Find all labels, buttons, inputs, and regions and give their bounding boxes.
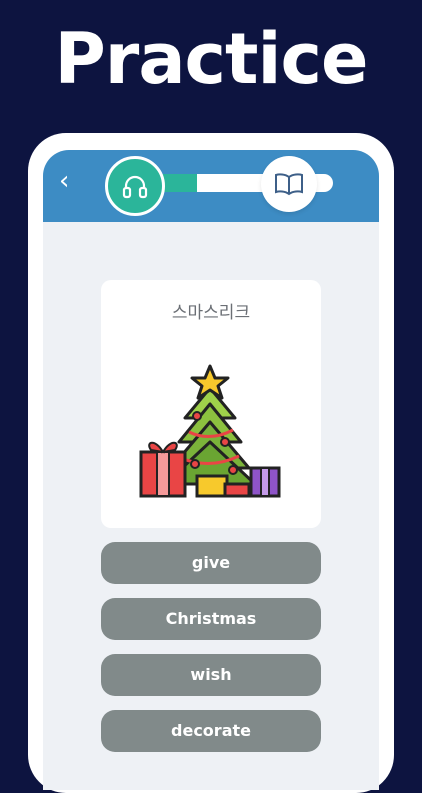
phone-frame: ‹ 스마스리크 give Christmas wish decorate bbox=[28, 133, 394, 793]
phone-screen: ‹ 스마스리크 give Christmas wish decorate bbox=[43, 150, 379, 790]
word-card: 스마스리크 bbox=[101, 280, 321, 528]
step-listen[interactable] bbox=[105, 156, 165, 216]
open-book-icon bbox=[275, 173, 303, 196]
top-bar: ‹ bbox=[43, 150, 379, 222]
card-word: 스마스리크 bbox=[171, 303, 251, 323]
headphones-icon bbox=[122, 175, 148, 199]
headline: Practice bbox=[54, 18, 369, 100]
option-button[interactable]: decorate bbox=[101, 710, 321, 752]
back-button[interactable]: ‹ bbox=[59, 166, 87, 198]
option-button[interactable]: give bbox=[101, 542, 321, 584]
option-button[interactable]: Christmas bbox=[101, 598, 321, 640]
option-button[interactable]: wish bbox=[101, 654, 321, 696]
step-read[interactable] bbox=[261, 156, 317, 212]
chevron-left-icon: ‹ bbox=[59, 166, 70, 196]
christmas-tree-icon bbox=[139, 364, 281, 498]
